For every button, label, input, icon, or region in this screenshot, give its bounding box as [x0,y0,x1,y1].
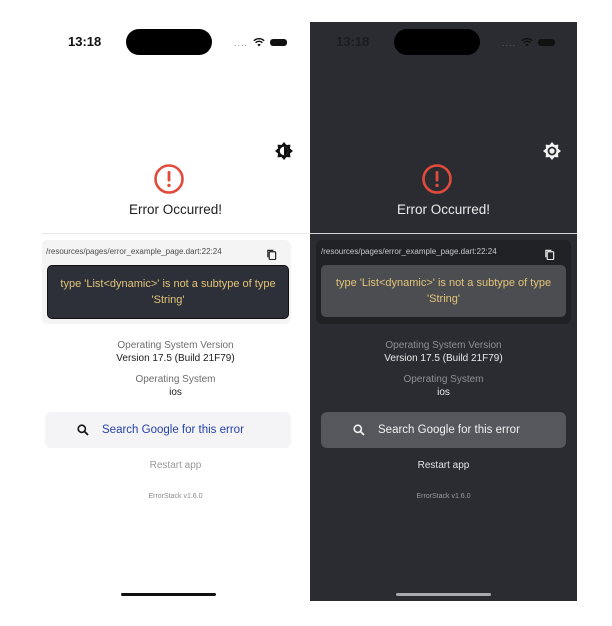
error-card: /resources/pages/error_example_page.dart… [316,240,571,324]
copy-icon[interactable] [544,249,555,260]
os-value: ios [169,387,182,398]
restart-app-link[interactable]: Restart app [42,460,309,471]
version-label: ErrorStack v1.6.0 [148,493,203,500]
search-icon [77,424,89,436]
status-time: 13:18 [336,34,370,49]
os-version-label: Operating System Version [117,340,234,351]
signal-icon: .... [501,37,516,48]
error-message-box: type 'List<dynamic>' is not a subtype of… [321,265,566,317]
error-message: type 'List<dynamic>' is not a subtype of… [60,278,276,306]
error-message: type 'List<dynamic>' is not a subtype of… [335,277,552,305]
os-value: ios [437,387,450,398]
brightness-half-icon[interactable] [274,141,294,161]
search-google-button[interactable]: Search Google for this error [45,412,291,448]
search-icon [353,424,365,436]
os-label: Operating System [135,374,216,385]
page-title: Error Occurred! [128,202,223,217]
system-icons: .... [234,38,287,47]
file-path: /resources/pages/error_example_page.dart… [46,247,222,256]
search-google-button[interactable]: Search Google for this error [321,412,566,448]
signal-icon: .... [233,37,248,48]
error-circle-icon [422,164,452,194]
os-version-value: Version 17.5 (Build 21F79) [116,353,235,364]
divider [42,233,309,234]
wifi-icon [253,38,265,47]
page-title: Error Occurred! [396,202,491,217]
search-google-label: Search Google for this error [102,424,244,436]
divider [310,233,577,234]
search-google-label: Search Google for this error [378,424,520,436]
battery-icon [538,39,555,46]
brightness-icon[interactable] [542,141,562,161]
os-label: Operating System [403,374,484,385]
dynamic-island [126,29,212,55]
home-indicator[interactable] [121,593,216,596]
phone-screen-dark: 13:18 .... Error Occurred! /resources/pa… [310,22,577,601]
status-bar: 13:18 .... [42,22,309,62]
status-bar: 13:18 .... [310,22,577,62]
file-path: /resources/pages/error_example_page.dart… [321,247,497,256]
version-label: ErrorStack v1.6.0 [416,493,471,500]
restart-app-link[interactable]: Restart app [310,460,577,471]
os-version-value: Version 17.5 (Build 21F79) [384,353,503,364]
os-version-label: Operating System Version [385,340,502,351]
error-circle-icon [154,164,184,194]
error-message-box: type 'List<dynamic>' is not a subtype of… [47,265,289,319]
phone-screen-light: 13:18 .... Error Occurred! /resources/pa… [42,22,309,601]
dynamic-island [394,29,480,55]
error-card: /resources/pages/error_example_page.dart… [42,240,291,324]
battery-icon [270,39,287,46]
copy-icon[interactable] [266,249,277,260]
home-indicator[interactable] [396,593,491,596]
wifi-icon [521,38,533,47]
status-time: 13:18 [68,34,102,49]
system-icons: .... [502,38,555,47]
